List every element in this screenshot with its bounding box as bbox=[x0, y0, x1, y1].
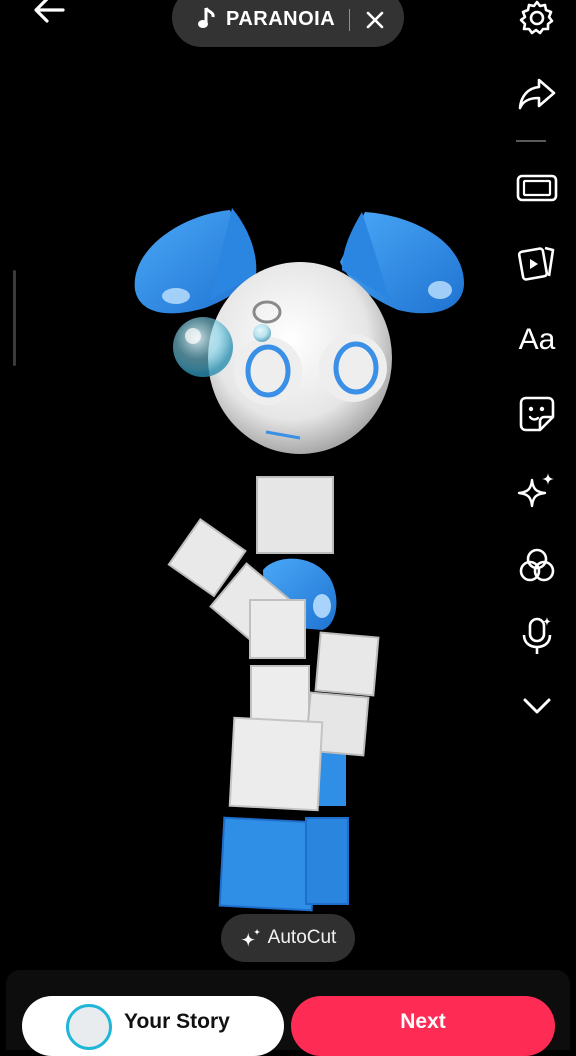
music-note-icon bbox=[198, 5, 218, 31]
your-story-label: Your Story bbox=[124, 1010, 230, 1033]
chevron-down-icon bbox=[523, 698, 551, 714]
close-icon bbox=[366, 11, 384, 28]
voice-effects-button[interactable] bbox=[506, 614, 568, 658]
character-figure bbox=[134, 208, 465, 912]
autocut-button[interactable]: AutoCut bbox=[221, 914, 355, 962]
your-story-button[interactable]: Your Story bbox=[22, 996, 284, 1056]
selected-sound[interactable]: PARANOIA bbox=[172, 0, 404, 47]
avatar bbox=[66, 1004, 112, 1050]
templates-button[interactable] bbox=[506, 240, 568, 284]
scroll-indicator[interactable] bbox=[13, 270, 16, 366]
next-button[interactable]: Next bbox=[291, 996, 555, 1056]
more-tools-button[interactable] bbox=[506, 684, 568, 728]
sticker-icon bbox=[519, 396, 555, 432]
toolbar-divider bbox=[516, 140, 546, 142]
settings-button[interactable] bbox=[506, 0, 568, 40]
mic-sparkle-icon bbox=[522, 617, 552, 654]
filters-button[interactable] bbox=[506, 544, 568, 588]
aspect-ratio-icon bbox=[516, 174, 558, 202]
video-preview[interactable] bbox=[0, 0, 576, 980]
share-button[interactable] bbox=[506, 72, 568, 116]
video-cards-icon bbox=[517, 246, 555, 281]
sparkle-icon bbox=[240, 928, 261, 947]
remove-sound-button[interactable] bbox=[362, 7, 388, 33]
back-button[interactable] bbox=[22, 0, 76, 30]
text-icon: Aa bbox=[518, 323, 556, 356]
gear-icon bbox=[519, 0, 554, 35]
share-arrow-icon bbox=[518, 78, 556, 110]
autocut-label: AutoCut bbox=[267, 927, 337, 948]
sparkle-icon bbox=[517, 473, 554, 508]
next-label: Next bbox=[400, 1010, 446, 1033]
divider bbox=[349, 8, 351, 31]
stickers-button[interactable] bbox=[506, 392, 568, 436]
effects-button[interactable] bbox=[506, 468, 568, 512]
filter-circles-icon bbox=[519, 548, 555, 582]
sound-title: PARANOIA bbox=[226, 8, 336, 30]
text-button[interactable]: Aa bbox=[506, 318, 568, 362]
aspect-ratio-button[interactable] bbox=[506, 166, 568, 210]
arrow-left-icon bbox=[33, 0, 65, 29]
